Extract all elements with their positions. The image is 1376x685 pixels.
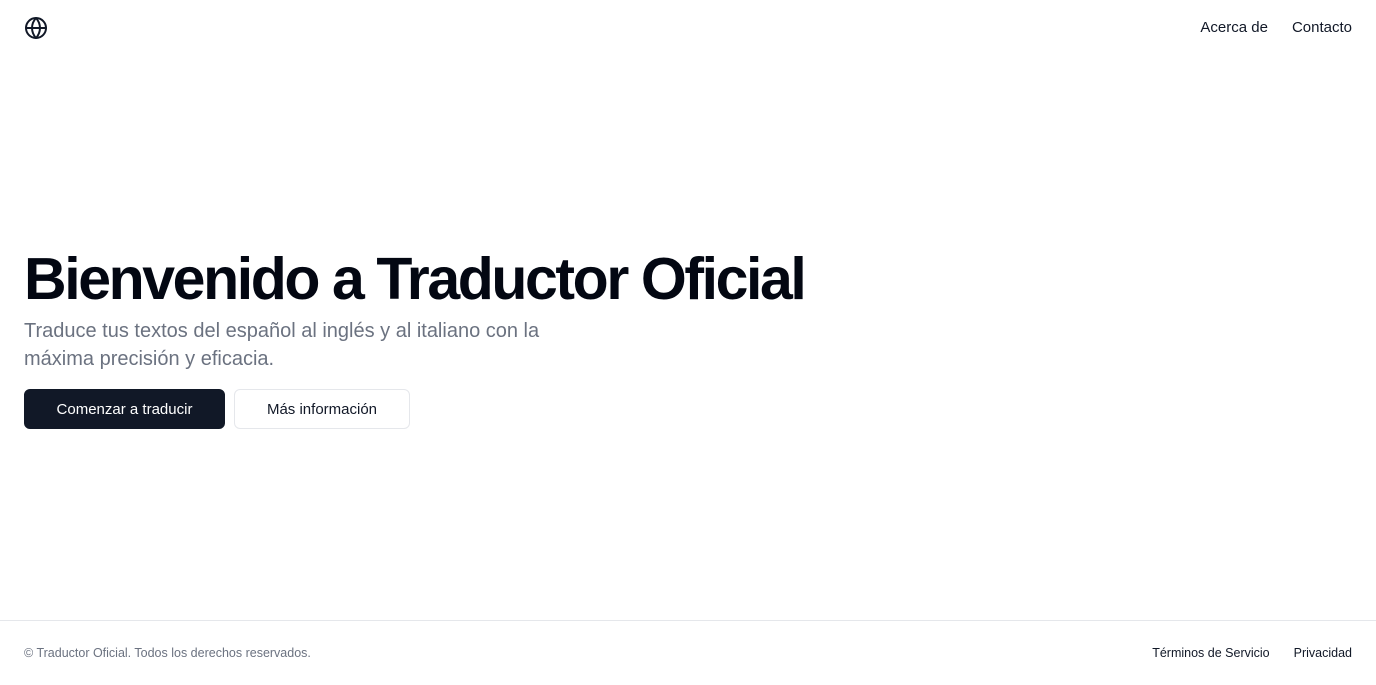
copyright-text: © Traductor Oficial. Todos los derechos … bbox=[24, 646, 311, 660]
main-nav: Acerca de Contacto bbox=[1200, 18, 1352, 38]
footer-link-terms[interactable]: Términos de Servicio bbox=[1152, 645, 1269, 661]
hero-actions: Comenzar a traducir Más información bbox=[24, 389, 924, 429]
nav-link-acerca-de[interactable]: Acerca de bbox=[1200, 18, 1268, 38]
hero-subtitle: Traduce tus textos del español al inglés… bbox=[24, 320, 540, 370]
site-footer: © Traductor Oficial. Todos los derechos … bbox=[0, 620, 1376, 685]
hero-title: Bienvenido a Traductor Oficial bbox=[24, 246, 807, 312]
more-info-button[interactable]: Más información bbox=[234, 389, 410, 429]
nav-link-contacto[interactable]: Contacto bbox=[1292, 18, 1352, 38]
hero-section: Bienvenido a Traductor Oficial Traduce t… bbox=[24, 245, 924, 429]
start-translating-button[interactable]: Comenzar a traducir bbox=[24, 389, 225, 429]
footer-link-privacy[interactable]: Privacidad bbox=[1294, 645, 1352, 661]
footer-links: Términos de Servicio Privacidad bbox=[1152, 645, 1352, 661]
site-header: Acerca de Contacto bbox=[0, 0, 1376, 56]
globe-icon[interactable] bbox=[24, 16, 48, 40]
